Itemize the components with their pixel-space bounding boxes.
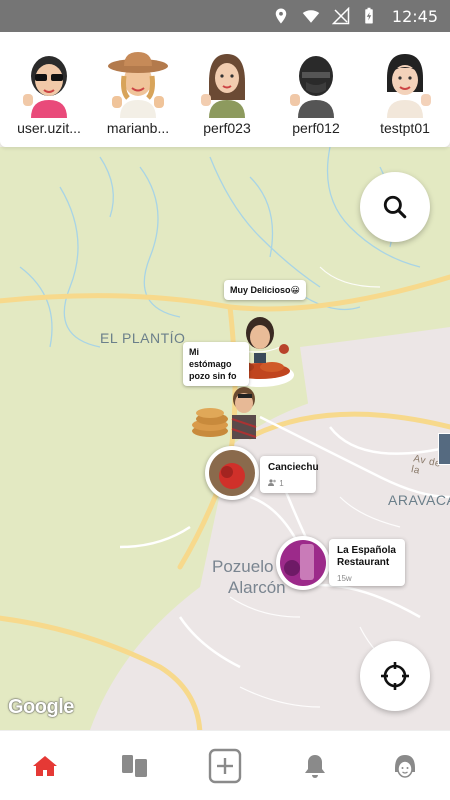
place-meta: 1 (268, 479, 308, 488)
avatar-helmet-icon (290, 56, 334, 118)
status-bubble[interactable]: Muy Delicioso😀 (224, 280, 306, 300)
place-card-canciechu[interactable]: Canciechu 1 (260, 456, 319, 493)
recenter-button[interactable] (360, 641, 430, 711)
friend-name: testpt01 (380, 120, 430, 136)
crosshair-icon (381, 662, 409, 690)
map-label-el-plantio: EL PLANTÍO (100, 330, 186, 346)
cards-icon (122, 754, 147, 777)
friends-strip[interactable]: user.uzit... marianb... perf023 perf012 … (0, 32, 450, 147)
friend-name: perf023 (203, 120, 251, 136)
home-icon (33, 755, 57, 776)
friend-item[interactable]: marianb... (95, 32, 181, 147)
nav-add[interactable] (200, 741, 250, 791)
friend-item[interactable]: testpt01 (362, 32, 448, 147)
nav-home[interactable] (20, 741, 70, 791)
place-count: 1 (279, 479, 284, 488)
bottom-nav (0, 730, 450, 800)
status-bar: 12:45 (0, 0, 450, 32)
place-title: La Española Restaurant (337, 545, 396, 568)
profile-avatar-icon (395, 754, 415, 778)
no-signal-icon (331, 7, 350, 25)
wifi-icon (302, 10, 320, 23)
google-attribution: Google (8, 696, 74, 718)
map-view[interactable]: EL PLANTÍO ARAVACA Pozuelo Alarcón Av de… (0, 147, 450, 730)
people-icon (268, 479, 277, 488)
search-button[interactable] (360, 172, 430, 242)
place-title: Canciechu (268, 462, 319, 473)
avatar-long-hair-icon (201, 54, 245, 118)
clock: 12:45 (391, 6, 438, 26)
friend-name: user.uzit... (17, 120, 81, 136)
bell-icon (305, 754, 325, 778)
location-icon (275, 8, 287, 24)
place-photo (209, 450, 255, 496)
partial-map-marker[interactable] (438, 433, 450, 465)
avatar-hat-icon (108, 52, 168, 118)
plus-square-icon (208, 748, 242, 783)
place-marker-la-espanola[interactable] (276, 536, 330, 590)
avatar-sunglasses-icon (23, 56, 67, 118)
map-label-pozuelo: Pozuelo (212, 557, 274, 576)
friend-item[interactable]: user.uzit... (6, 32, 92, 147)
friend-name: marianb... (106, 120, 170, 136)
nav-notifications[interactable] (290, 741, 340, 791)
friend-item[interactable]: perf012 (273, 32, 359, 147)
place-time: 15w (337, 574, 352, 583)
place-marker-canciechu[interactable] (205, 446, 259, 500)
friend-item[interactable]: perf023 (184, 32, 270, 147)
avatar-bob-icon (387, 54, 431, 118)
status-bubble[interactable]: Mi estómago pozo sin fo (183, 342, 249, 386)
place-card-la-espanola[interactable]: La Española Restaurant 15w (329, 539, 405, 586)
place-photo (280, 540, 326, 586)
user-map-avatar[interactable] (188, 385, 268, 455)
map-label-aravaca: ARAVACA (388, 492, 450, 508)
nav-feed[interactable] (110, 741, 160, 791)
search-icon (383, 195, 407, 219)
battery-charging-icon (365, 7, 373, 24)
friend-name: perf012 (292, 120, 340, 136)
nav-profile[interactable] (380, 741, 430, 791)
